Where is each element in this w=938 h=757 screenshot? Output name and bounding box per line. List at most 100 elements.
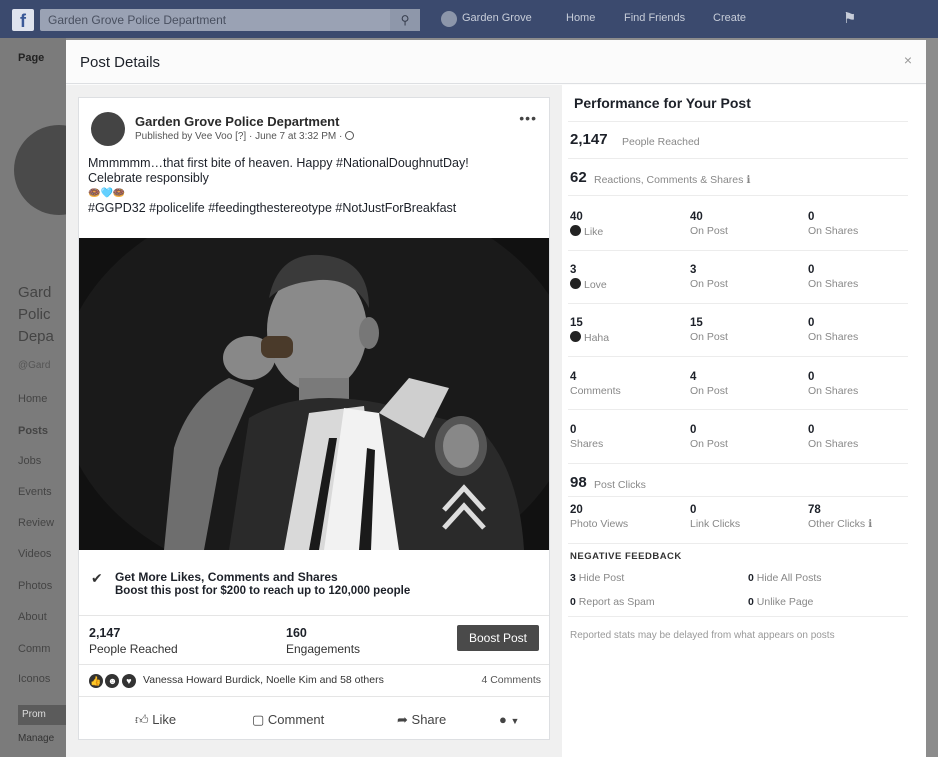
close-icon[interactable]: × bbox=[904, 52, 912, 68]
share-button-label: Share bbox=[411, 712, 447, 727]
other-clicks-value: 78 bbox=[808, 504, 821, 516]
haha-on-shares: 0 bbox=[808, 317, 815, 329]
background-page-name: Gard Polic Depa bbox=[18, 284, 54, 345]
stats-delay-footnote: Reported stats may be delayed from what … bbox=[570, 630, 835, 641]
profile-avatar[interactable] bbox=[441, 11, 457, 27]
hide-post-stat: 3 Hide Post bbox=[570, 572, 625, 584]
search-icon[interactable]: ⚲ bbox=[390, 9, 420, 31]
background-menu-item: Events bbox=[18, 486, 52, 498]
divider bbox=[568, 463, 908, 464]
comments-on-shares: 0 bbox=[808, 371, 815, 383]
officer-photo-illustration bbox=[79, 238, 549, 550]
unlike-page-stat: 0 Unlike Page bbox=[748, 596, 814, 608]
comment-button[interactable]: ▢ Comment bbox=[252, 712, 324, 728]
share-button[interactable]: ➦ Share bbox=[397, 712, 446, 728]
post-clicks-label: Post Clicks bbox=[594, 479, 646, 491]
background-menu-item: Iconos bbox=[18, 673, 51, 685]
page-avatar[interactable] bbox=[91, 112, 125, 146]
love-label: Love bbox=[570, 278, 607, 291]
on-post-label: On Post bbox=[690, 225, 728, 237]
boost-prompt-subtitle: Boost this post for $200 to reach up to … bbox=[115, 585, 411, 597]
divider bbox=[568, 195, 908, 196]
divider bbox=[568, 543, 908, 544]
post-photo[interactable] bbox=[79, 238, 549, 550]
post-meta: Published by Vee Voo [?] · June 7 at 3:3… bbox=[135, 131, 355, 142]
like-button[interactable]: 👍︎ Like bbox=[135, 712, 176, 728]
search-input[interactable]: Garden Grove Police Department ⚲ bbox=[40, 9, 420, 31]
like-icon bbox=[570, 225, 581, 236]
background-menu-item: Comm bbox=[18, 643, 51, 655]
divider bbox=[568, 356, 908, 357]
haha-label: Haha bbox=[570, 331, 609, 344]
people-reached-label: People Reached bbox=[622, 136, 700, 148]
background-menu-item: Photos bbox=[18, 580, 53, 592]
search-input-value: Garden Grove Police Department bbox=[48, 13, 227, 27]
nav-home-link[interactable]: Home bbox=[566, 12, 595, 24]
people-reached-value: 2,147 bbox=[570, 131, 608, 148]
globe-icon bbox=[345, 131, 355, 140]
background-menu-item: Posts bbox=[18, 425, 48, 437]
divider bbox=[568, 121, 908, 122]
love-on-shares: 0 bbox=[808, 264, 815, 276]
background-page-tab: Page bbox=[18, 52, 45, 64]
comments-total: 4 bbox=[570, 371, 577, 383]
negative-feedback-title: NEGATIVE FEEDBACK bbox=[570, 551, 682, 562]
facebook-top-bar: f Garden Grove Police Department ⚲ Garde… bbox=[0, 0, 938, 38]
shares-on-shares: 0 bbox=[808, 424, 815, 436]
reactions-summary[interactable]: 👍 ☻ ♥ Vanessa Howard Burdick, Noelle Kim… bbox=[89, 672, 541, 692]
background-manage-link: Manage bbox=[18, 733, 55, 744]
on-shares-label: On Shares bbox=[808, 438, 859, 450]
page-avatar-small-icon: ● bbox=[499, 712, 507, 727]
on-shares-label: On Shares bbox=[808, 225, 859, 237]
performance-pane: Performance for Your Post 2,147 People R… bbox=[562, 85, 926, 757]
like-on-post: 40 bbox=[690, 211, 703, 223]
hide-all-posts-stat: 0 Hide All Posts bbox=[748, 572, 822, 584]
modal-header: Post Details × bbox=[66, 40, 926, 84]
post-as-selector[interactable]: ● ▼ bbox=[499, 712, 519, 727]
on-post-label: On Post bbox=[690, 438, 728, 450]
info-icon[interactable]: ℹ bbox=[868, 518, 872, 530]
comments-on-post: 4 bbox=[690, 371, 697, 383]
post-message: Mmmmmm…that first bite of heaven. Happy … bbox=[88, 156, 469, 215]
nav-profile-link[interactable]: Garden Grove bbox=[462, 12, 532, 24]
modal-title: Post Details bbox=[80, 54, 161, 71]
on-post-label: On Post bbox=[690, 385, 728, 397]
report-spam-stat: 0 Report as Spam bbox=[570, 596, 655, 608]
boost-post-button[interactable]: Boost Post bbox=[457, 625, 539, 651]
background-menu-item: Home bbox=[18, 393, 48, 405]
post-page-name[interactable]: Garden Grove Police Department bbox=[135, 114, 339, 129]
link-clicks-value: 0 bbox=[690, 504, 697, 516]
facebook-logo-icon[interactable]: f bbox=[12, 9, 34, 31]
more-options-icon[interactable]: ••• bbox=[519, 110, 537, 126]
divider bbox=[568, 409, 908, 410]
love-on-post: 3 bbox=[690, 264, 697, 276]
info-icon[interactable]: ℹ bbox=[746, 174, 750, 186]
like-on-shares: 0 bbox=[808, 211, 815, 223]
like-label: Like bbox=[570, 225, 603, 238]
photo-views-value: 20 bbox=[570, 504, 583, 516]
nav-find-friends-link[interactable]: Find Friends bbox=[624, 12, 685, 24]
post-details-modal: Post Details × Garden Grove Police Depar… bbox=[66, 40, 926, 757]
comments-count-link[interactable]: 4 Comments bbox=[481, 674, 541, 686]
other-clicks-label: Other Clicks ℹ bbox=[808, 518, 873, 530]
comment-bubble-icon: ▢ bbox=[252, 712, 265, 727]
on-post-label: On Post bbox=[690, 331, 728, 343]
divider bbox=[568, 158, 908, 159]
post-card: Garden Grove Police Department Published… bbox=[78, 97, 550, 740]
nav-create-link[interactable]: Create bbox=[713, 12, 746, 24]
thumbs-up-icon: 👍︎ bbox=[135, 712, 149, 727]
divider bbox=[568, 496, 908, 497]
on-shares-label: On Shares bbox=[808, 385, 859, 397]
post-action-bar: 👍︎ Like ▢ Comment ➦ Share ● ▼ bbox=[79, 702, 549, 738]
love-reaction-icon: ♥ bbox=[121, 673, 136, 688]
notifications-icon[interactable]: ⚑ bbox=[843, 9, 856, 27]
reaction-names[interactable]: Vanessa Howard Burdick, Noelle Kim and 5… bbox=[143, 674, 384, 686]
chevron-down-icon: ▼ bbox=[510, 716, 520, 726]
background-menu-item: Review bbox=[18, 517, 55, 529]
photo-views-label: Photo Views bbox=[570, 518, 629, 530]
on-shares-label: On Shares bbox=[808, 331, 859, 343]
shares-label: Shares bbox=[570, 438, 604, 450]
post-engagements-label: Engagements bbox=[286, 642, 361, 656]
reactions-total-value: 62 bbox=[570, 169, 587, 186]
background-menu-item: Videos bbox=[18, 548, 52, 560]
